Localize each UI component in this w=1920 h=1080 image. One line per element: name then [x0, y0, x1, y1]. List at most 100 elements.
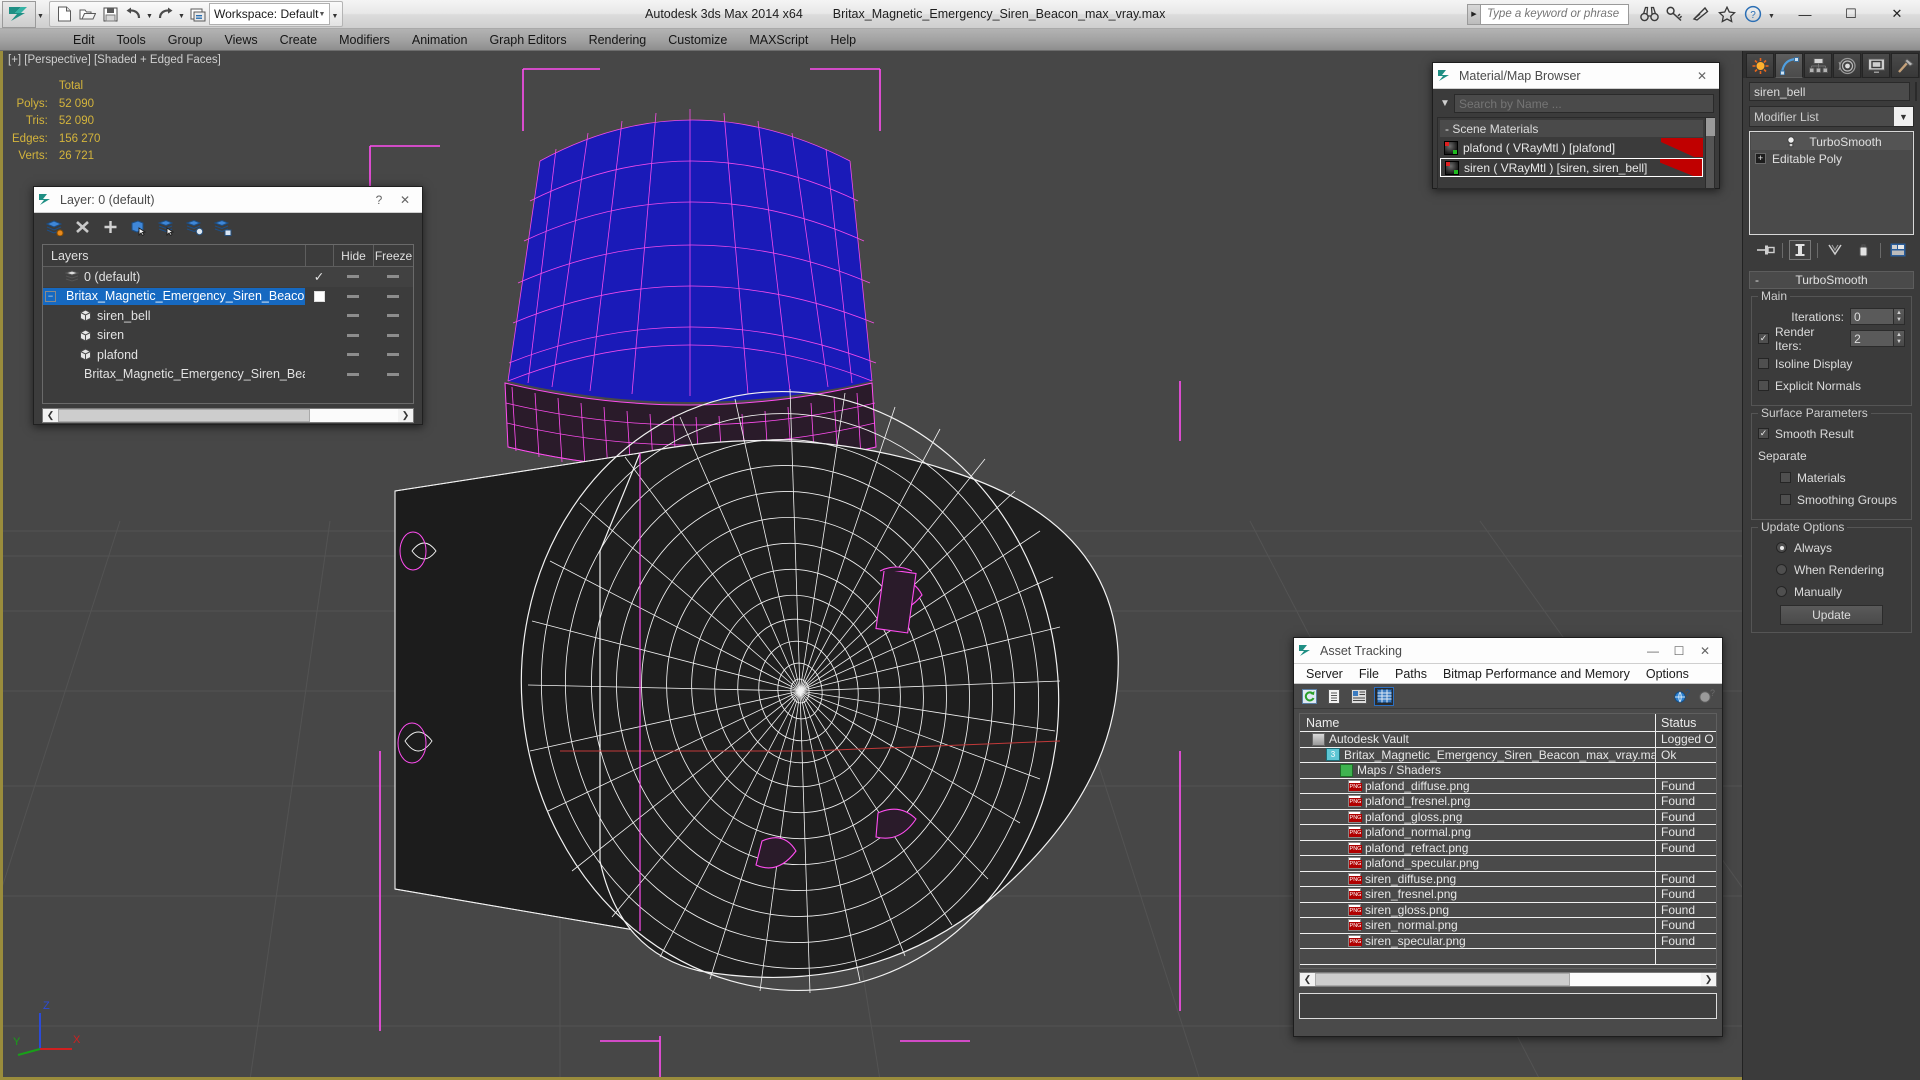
menu-item-views[interactable]: Views [213, 29, 268, 51]
stack-item-turbosmooth[interactable]: TurboSmooth [1751, 133, 1912, 150]
table-row[interactable]: Britax_Magnetic_Emergency_Siren_Beacon [43, 365, 413, 385]
always-radio[interactable] [1776, 542, 1787, 553]
update-option-when-rendering[interactable]: When Rendering [1758, 560, 1905, 579]
workspace-selector[interactable]: Workspace: Default ▼ [209, 3, 331, 25]
asset-menu-bitmap-performance[interactable]: Bitmap Performance and Memory [1435, 664, 1638, 684]
menu-item-animation[interactable]: Animation [401, 29, 479, 51]
smooth-result-checkbox[interactable]: ✓ [1758, 428, 1769, 439]
material-list[interactable]: - Scene Materials plafond ( VRayMtl ) [p… [1437, 117, 1715, 189]
rollout-collapse-icon[interactable]: - [1755, 273, 1759, 287]
asset-maximize-button[interactable]: ☐ [1666, 639, 1692, 663]
menu-item-maxscript[interactable]: MAXScript [738, 29, 819, 51]
display-tab[interactable] [1862, 53, 1890, 78]
menu-item-modifiers[interactable]: Modifiers [328, 29, 401, 51]
new-layer-icon[interactable] [42, 215, 66, 239]
material-group-scene-materials[interactable]: - Scene Materials [1440, 120, 1703, 137]
motion-tab[interactable] [1833, 53, 1861, 78]
scroll-right-icon[interactable]: ❯ [398, 410, 413, 421]
menu-item-create[interactable]: Create [269, 29, 329, 51]
iterations-field[interactable]: 0 [1850, 308, 1894, 325]
table-row[interactable]: − Britax_Magnetic_Emergency_Siren_Beacon [43, 287, 413, 307]
table-row[interactable]: Maps / Shaders [1300, 763, 1716, 779]
modifier-list-dropdown[interactable]: Modifier List ▼ [1749, 106, 1914, 127]
separate-smoothing-groups-checkbox[interactable] [1780, 494, 1791, 505]
workspace-chevron-icon[interactable]: ▼ [319, 11, 326, 18]
update-button[interactable]: Update [1780, 605, 1883, 625]
scroll-thumb[interactable] [58, 409, 310, 422]
table-view-icon[interactable] [1374, 686, 1394, 706]
hierarchy-tab[interactable] [1804, 53, 1832, 78]
project-folder-icon[interactable] [186, 3, 209, 25]
layer-freeze-toggle[interactable] [373, 333, 413, 337]
maximize-button[interactable]: ☐ [1828, 0, 1874, 29]
close-button[interactable]: ✕ [1874, 0, 1920, 29]
utilities-tab[interactable] [1891, 53, 1919, 78]
update-option-always[interactable]: Always [1758, 538, 1905, 557]
update-option-manually[interactable]: Manually [1758, 582, 1905, 601]
table-row[interactable]: siren_normal.png Found [1300, 918, 1716, 934]
pin-stack-icon[interactable] [1754, 240, 1776, 260]
table-row[interactable]: Autodesk Vault Logged O [1300, 732, 1716, 748]
table-row[interactable]: plafond [43, 345, 413, 365]
table-row[interactable]: siren_diffuse.png Found [1300, 871, 1716, 887]
scroll-thumb[interactable] [1706, 118, 1715, 136]
save-file-icon[interactable] [99, 3, 122, 25]
funnel-filter-icon[interactable]: ▼ [1436, 98, 1454, 109]
delete-layer-icon[interactable] [70, 215, 94, 239]
app-logo-icon[interactable] [2, 0, 36, 28]
table-row[interactable]: plafond_fresnel.png Found [1300, 794, 1716, 810]
modify-tab[interactable] [1775, 53, 1803, 78]
redo-icon[interactable] [154, 3, 177, 25]
scroll-track[interactable] [58, 409, 398, 422]
create-tab[interactable] [1746, 53, 1774, 78]
asset-menu-file[interactable]: File [1351, 664, 1387, 684]
table-row[interactable]: siren_fresnel.png Found [1300, 887, 1716, 903]
layer-freeze-toggle[interactable] [373, 372, 413, 376]
highlight-selected-objects-layer-icon[interactable] [154, 215, 178, 239]
object-color-swatch[interactable] [1915, 82, 1917, 101]
material-vertical-scrollbar[interactable] [1705, 118, 1715, 188]
menu-item-edit[interactable]: Edit [62, 29, 106, 51]
material-browser-close-button[interactable]: ✕ [1689, 64, 1715, 88]
stack-expander-icon[interactable]: + [1755, 153, 1766, 164]
when-rendering-radio[interactable] [1776, 564, 1787, 575]
layer-hide-toggle[interactable] [333, 372, 373, 376]
layer-hide-toggle[interactable] [333, 294, 373, 298]
binoculars-icon[interactable] [1637, 2, 1661, 26]
add-selection-to-layer-icon[interactable] [98, 215, 122, 239]
scroll-left-icon[interactable]: ❮ [43, 410, 58, 421]
turbosmooth-rollout-header[interactable]: - TurboSmooth [1749, 271, 1914, 289]
layer-horizontal-scrollbar[interactable]: ❮ ❯ [42, 408, 414, 423]
table-row[interactable]: siren_gloss.png Found [1300, 902, 1716, 918]
menu-item-customize[interactable]: Customize [657, 29, 738, 51]
table-row[interactable]: 0 (default) ✓ [43, 267, 413, 287]
layer-hide-toggle[interactable] [333, 314, 373, 318]
make-unique-icon[interactable] [1824, 240, 1846, 260]
layer-hide-toggle[interactable] [333, 275, 373, 279]
minimize-button[interactable]: — [1782, 0, 1828, 29]
layer-freeze-toggle[interactable] [373, 353, 413, 357]
layer-properties-icon[interactable] [210, 215, 234, 239]
show-end-result-icon[interactable] [1789, 240, 1811, 260]
table-row[interactable]: plafond_normal.png Found [1300, 825, 1716, 841]
table-row[interactable]: plafond_gloss.png Found [1300, 809, 1716, 825]
key-icon[interactable] [1663, 2, 1687, 26]
list-view-icon[interactable] [1324, 687, 1344, 706]
table-row[interactable]: 3 Britax_Magnetic_Emergency_Siren_Beacon… [1300, 747, 1716, 763]
asset-menu-paths[interactable]: Paths [1387, 664, 1435, 684]
new-file-icon[interactable] [53, 3, 76, 25]
table-row[interactable]: siren_bell [43, 306, 413, 326]
modifier-stack[interactable]: TurboSmooth + Editable Poly [1749, 131, 1914, 235]
chevron-down-icon[interactable]: ▼ [1894, 107, 1913, 126]
select-objects-in-layer-icon[interactable] [126, 215, 150, 239]
layer-list[interactable]: Layers Hide Freeze 0 (default) ✓ − Brita… [42, 244, 414, 404]
menu-item-help[interactable]: Help [819, 29, 867, 51]
open-file-icon[interactable] [76, 3, 99, 25]
stack-item-editable-poly[interactable]: + Editable Poly [1751, 150, 1912, 167]
undo-icon[interactable] [122, 3, 145, 25]
scroll-track[interactable] [1315, 973, 1701, 986]
scroll-right-icon[interactable]: ❯ [1701, 974, 1716, 985]
help-icon[interactable]: ? [1697, 687, 1717, 706]
help-dropdown-icon[interactable]: ▼ [1767, 3, 1776, 25]
table-row[interactable]: siren_specular.png Found [1300, 933, 1716, 949]
